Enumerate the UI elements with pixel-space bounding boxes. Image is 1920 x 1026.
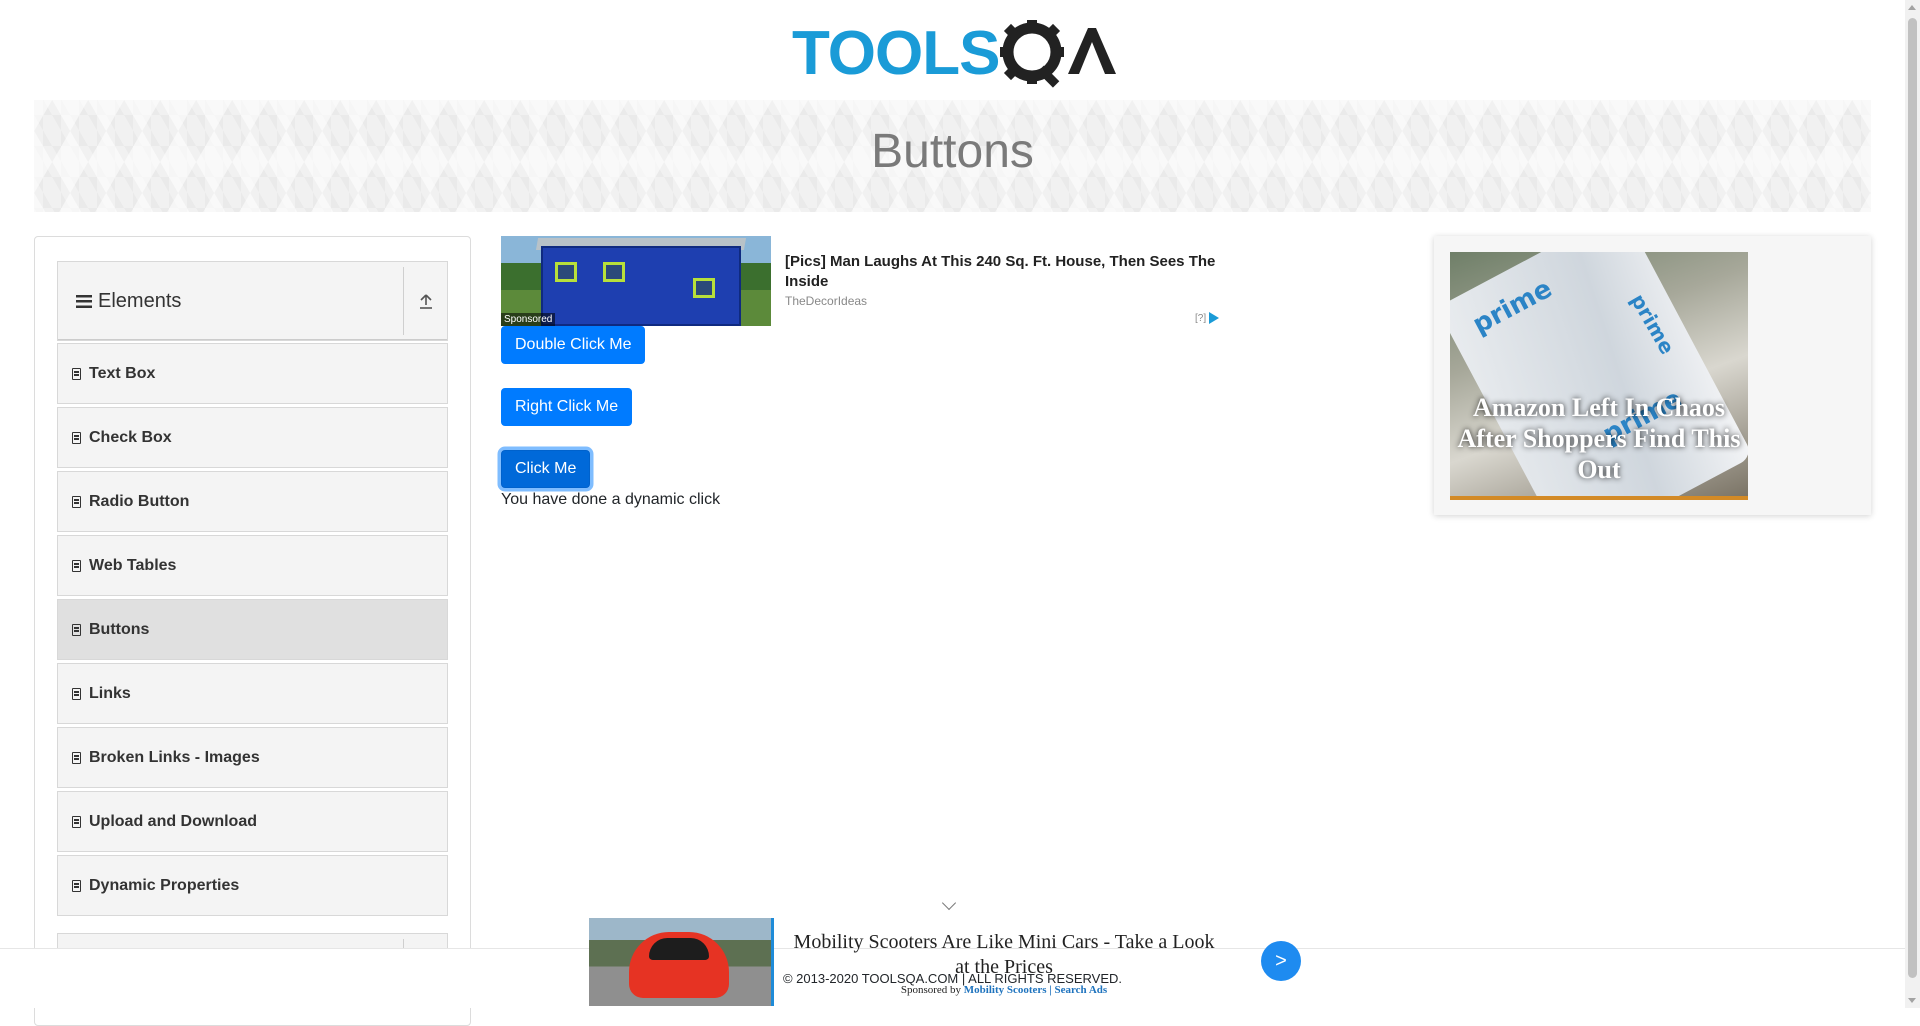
upload-icon [419, 294, 432, 309]
double-click-button[interactable]: Double Click Me [501, 326, 646, 364]
ad-image[interactable]: prime prime prime Amazon Left In Chaos A… [1450, 252, 1748, 500]
document-icon [72, 367, 81, 380]
ad-source[interactable]: TheDecorIdeas [785, 294, 867, 308]
car-shape [629, 932, 729, 998]
click-me-button[interactable]: Click Me [501, 450, 591, 488]
menu-item-radio-button[interactable]: Radio Button [57, 471, 448, 532]
page-title: Buttons [871, 125, 1034, 178]
menu-item-links[interactable]: Links [57, 663, 448, 724]
right-click-button[interactable]: Right Click Me [501, 388, 633, 426]
scrollbar[interactable] [1905, 0, 1920, 1008]
next-arrow-button[interactable]: > [1261, 941, 1301, 981]
house-window [603, 262, 625, 282]
logo-text: TOOLS [792, 19, 999, 88]
chevron-down-icon[interactable] [941, 895, 957, 911]
ad-headline[interactable]: Mobility Scooters Are Like Mini Cars - T… [789, 930, 1219, 980]
menu-item-buttons[interactable]: Buttons [57, 599, 448, 660]
menu-item-label: Buttons [89, 620, 150, 638]
elements-group-header[interactable]: Elements [57, 261, 448, 341]
ad-choices-label: [?] [1195, 312, 1207, 324]
menu-item-upload-download[interactable]: Upload and Download [57, 791, 448, 852]
dynamic-click-message: You have done a dynamic click [501, 491, 721, 508]
document-icon [72, 751, 81, 764]
ad-image[interactable]: Sponsored [501, 236, 771, 326]
header: TOOLS [0, 0, 1905, 100]
scroll-down-arrow-icon[interactable] [1908, 998, 1916, 1003]
menu-item-web-tables[interactable]: Web Tables [57, 535, 448, 596]
menu-item-label: Check Box [89, 428, 172, 446]
page-banner: Buttons [34, 100, 1871, 212]
document-icon [72, 431, 81, 444]
ad-image[interactable] [589, 918, 774, 1006]
gear-icon [1000, 20, 1064, 88]
menu-item-label: Web Tables [89, 556, 177, 574]
toolsqa-logo[interactable]: TOOLS [792, 14, 1116, 90]
bottom-ad[interactable]: Mobility Scooters Are Like Mini Cars - T… [589, 918, 1301, 1006]
house-shape [541, 246, 741, 326]
document-icon [72, 815, 81, 828]
menu-item-label: Upload and Download [89, 812, 257, 830]
menu-item-check-box[interactable]: Check Box [57, 407, 448, 468]
document-icon [72, 687, 81, 700]
menu-item-broken-links[interactable]: Broken Links - Images [57, 727, 448, 788]
sponsored-ad[interactable]: Sponsored [Pics] Man Laughs At This 240 … [501, 236, 1231, 326]
document-icon [72, 559, 81, 572]
sidebar: Elements Text Box Check Box Radio Button… [34, 236, 471, 1026]
menu-item-label: Radio Button [89, 492, 190, 510]
ad-headline[interactable]: [Pics] Man Laughs At This 240 Sq. Ft. Ho… [785, 252, 1235, 292]
document-icon [72, 623, 81, 636]
menu-icon [76, 294, 92, 308]
document-icon [72, 879, 81, 892]
document-icon [72, 495, 81, 508]
ad-headline[interactable]: Amazon Left In Chaos After Shoppers Find… [1450, 392, 1748, 485]
menu-list: Text Box Check Box Radio Button Web Tabl… [57, 343, 448, 919]
group-title-label: Elements [98, 289, 182, 312]
ad-sponsor: Sponsored by Mobility Scooters | Search … [789, 984, 1219, 996]
scrollbar-thumb[interactable] [1908, 18, 1917, 978]
house-window [693, 278, 715, 298]
menu-item-text-box[interactable]: Text Box [57, 343, 448, 404]
sponsor-prefix: Sponsored by [900, 984, 962, 996]
group-title: Elements [58, 262, 403, 340]
adchoices-icon [1209, 312, 1220, 324]
menu-item-label: Dynamic Properties [89, 876, 240, 894]
menu-item-label: Text Box [89, 364, 156, 382]
scroll-up-arrow-icon[interactable] [1908, 5, 1916, 10]
menu-item-dynamic-properties[interactable]: Dynamic Properties [57, 855, 448, 916]
car-window [649, 938, 709, 960]
house-window [555, 262, 577, 282]
sponsored-tag: Sponsored [501, 313, 556, 326]
ad-choices[interactable]: [?] [1195, 312, 1220, 324]
sponsor-link[interactable]: Mobility Scooters | Search Ads [964, 984, 1107, 996]
right-ad[interactable]: prime prime prime Amazon Left In Chaos A… [1434, 236, 1871, 515]
menu-item-label: Broken Links - Images [89, 748, 260, 766]
collapse-toggle[interactable] [403, 267, 447, 335]
menu-item-label: Links [89, 684, 131, 702]
logo-a-shape [1068, 28, 1116, 74]
